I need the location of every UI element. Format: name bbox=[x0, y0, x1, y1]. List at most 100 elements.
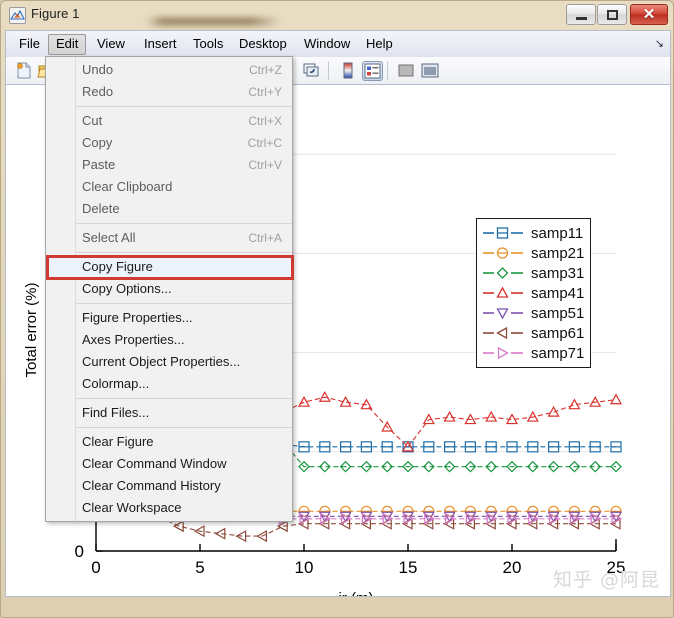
title-bar: Figure 1 ✕ bbox=[1, 1, 674, 30]
menu-item-label: Undo bbox=[82, 62, 114, 77]
menu-separator bbox=[76, 252, 292, 253]
menu-overflow-arrow-icon[interactable]: ↘ bbox=[655, 37, 664, 50]
menu-item-clear-command-window[interactable]: Clear Command Window bbox=[46, 453, 292, 475]
menu-item-find-files[interactable]: Find Files... bbox=[46, 402, 292, 424]
menu-item-clear-workspace[interactable]: Clear Workspace bbox=[46, 497, 292, 519]
svg-text:10: 10 bbox=[295, 558, 314, 577]
svg-text:Total error (%): Total error (%) bbox=[23, 282, 40, 377]
toolbar-separator bbox=[328, 62, 329, 80]
menu-item-redo: Redo Ctrl+Y bbox=[46, 81, 292, 103]
menu-separator bbox=[76, 398, 292, 399]
figure-window: Figure 1 ✕ File Edit View Insert Tools D… bbox=[0, 0, 674, 618]
menu-item-figure-properties[interactable]: Figure Properties... bbox=[46, 307, 292, 329]
menu-item-label: Select All bbox=[82, 230, 136, 245]
restore-button[interactable] bbox=[597, 4, 627, 25]
menu-item-label: Redo bbox=[82, 84, 114, 99]
legend-entry-samp21: samp21 bbox=[481, 243, 584, 263]
plot-legend[interactable]: samp11 samp21 samp31 samp41 samp51 samp61 samp… bbox=[476, 218, 592, 368]
menu-item-clear-command-history[interactable]: Clear Command History bbox=[46, 475, 292, 497]
close-button[interactable]: ✕ bbox=[630, 4, 668, 25]
legend-label: samp61 bbox=[531, 324, 585, 342]
menu-bar: File Edit View Insert Tools Desktop Wind… bbox=[5, 30, 671, 57]
legend-label: samp21 bbox=[531, 244, 585, 262]
menu-view[interactable]: View bbox=[90, 34, 132, 55]
legend-marker-triangle-right-icon bbox=[481, 344, 529, 362]
svg-text:5: 5 bbox=[195, 558, 204, 577]
new-figure-icon[interactable] bbox=[14, 61, 35, 81]
colorbar-icon[interactable] bbox=[338, 61, 359, 81]
menu-item-accelerator: Ctrl+V bbox=[248, 158, 282, 172]
menu-item-label: Cut bbox=[82, 113, 103, 128]
svg-text:20: 20 bbox=[503, 558, 522, 577]
menu-item-accelerator: Ctrl+X bbox=[248, 114, 282, 128]
menu-item-current-object-properties[interactable]: Current Object Properties... bbox=[46, 351, 292, 373]
menu-item-label: Current Object Properties... bbox=[82, 354, 241, 369]
legend-marker-circle-icon bbox=[481, 244, 529, 262]
menu-item-copy-options[interactable]: Copy Options... bbox=[46, 278, 292, 300]
menu-file[interactable]: File bbox=[12, 34, 47, 55]
menu-item-paste: Paste Ctrl+V bbox=[46, 154, 292, 176]
legend-marker-triangle-up-icon bbox=[481, 284, 529, 302]
menu-window[interactable]: Window bbox=[297, 34, 357, 55]
svg-text:ir (m): ir (m) bbox=[339, 590, 374, 597]
menu-item-undo: Undo Ctrl+Z bbox=[46, 59, 292, 81]
menu-item-clear-figure[interactable]: Clear Figure bbox=[46, 431, 292, 453]
menu-item-colormap[interactable]: Colormap... bbox=[46, 373, 292, 395]
show-plot-tools-icon[interactable] bbox=[420, 61, 441, 81]
svg-text:0: 0 bbox=[91, 558, 100, 577]
menu-item-label: Copy bbox=[82, 135, 113, 150]
menu-tools[interactable]: Tools bbox=[186, 34, 230, 55]
matlab-figure-icon bbox=[9, 7, 26, 24]
menu-item-accelerator: Ctrl+A bbox=[248, 231, 282, 245]
menu-item-label: Clear Command Window bbox=[82, 456, 227, 471]
legend-icon[interactable] bbox=[362, 61, 383, 81]
legend-marker-square-icon bbox=[481, 224, 529, 242]
menu-item-axes-properties[interactable]: Axes Properties... bbox=[46, 329, 292, 351]
close-icon: ✕ bbox=[642, 6, 656, 23]
menu-desktop[interactable]: Desktop bbox=[232, 34, 294, 55]
menu-item-select-all: Select All Ctrl+A bbox=[46, 227, 292, 249]
menu-item-delete: Delete bbox=[46, 198, 292, 220]
svg-text:0: 0 bbox=[75, 542, 84, 561]
svg-text:15: 15 bbox=[399, 558, 418, 577]
legend-marker-triangle-left-icon bbox=[481, 324, 529, 342]
menu-separator bbox=[76, 303, 292, 304]
legend-entry-samp61: samp61 bbox=[481, 323, 584, 343]
menu-edit[interactable]: Edit bbox=[48, 34, 87, 55]
link-plot-icon[interactable] bbox=[302, 61, 323, 81]
legend-marker-diamond-icon bbox=[481, 264, 529, 282]
legend-label: samp31 bbox=[531, 264, 585, 282]
menu-item-copy-figure[interactable]: Copy Figure bbox=[46, 256, 292, 278]
legend-entry-samp31: samp31 bbox=[481, 263, 584, 283]
legend-entry-samp71: samp71 bbox=[481, 343, 584, 363]
menu-item-clear-clipboard: Clear Clipboard bbox=[46, 176, 292, 198]
menu-help[interactable]: Help bbox=[359, 34, 400, 55]
menu-item-label: Clear Command History bbox=[82, 478, 221, 493]
toolbar-separator bbox=[387, 62, 388, 80]
hide-plot-tools-icon[interactable] bbox=[396, 61, 417, 81]
menu-item-accelerator: Ctrl+C bbox=[247, 136, 282, 150]
menu-item-cut: Cut Ctrl+X bbox=[46, 110, 292, 132]
legend-label: samp11 bbox=[531, 224, 584, 242]
minimize-button[interactable] bbox=[566, 4, 596, 25]
legend-entry-samp51: samp51 bbox=[481, 303, 584, 323]
legend-label: samp71 bbox=[531, 344, 585, 362]
menu-item-accelerator: Ctrl+Z bbox=[249, 63, 282, 77]
menu-item-label: Copy Figure bbox=[82, 259, 153, 274]
redacted-title-region bbox=[146, 17, 281, 26]
legend-entry-samp11: samp11 bbox=[481, 223, 584, 243]
menu-item-label: Clear Workspace bbox=[82, 500, 182, 515]
legend-marker-triangle-down-icon bbox=[481, 304, 529, 322]
menu-item-label: Clear Figure bbox=[82, 434, 154, 449]
legend-entry-samp41: samp41 bbox=[481, 283, 584, 303]
menu-insert[interactable]: Insert bbox=[137, 34, 184, 55]
window-title: Figure 1 bbox=[31, 6, 80, 21]
menu-item-label: Delete bbox=[82, 201, 120, 216]
menu-item-label: Copy Options... bbox=[82, 281, 172, 296]
legend-label: samp51 bbox=[531, 304, 585, 322]
legend-label: samp41 bbox=[531, 284, 585, 302]
menu-separator bbox=[76, 427, 292, 428]
edit-menu-dropdown[interactable]: Undo Ctrl+Z Redo Ctrl+Y Cut Ctrl+X Copy Ctrl+C P… bbox=[45, 56, 294, 522]
menu-item-label: Colormap... bbox=[82, 376, 150, 391]
watermark: 知乎 @阿昆 bbox=[552, 569, 660, 591]
